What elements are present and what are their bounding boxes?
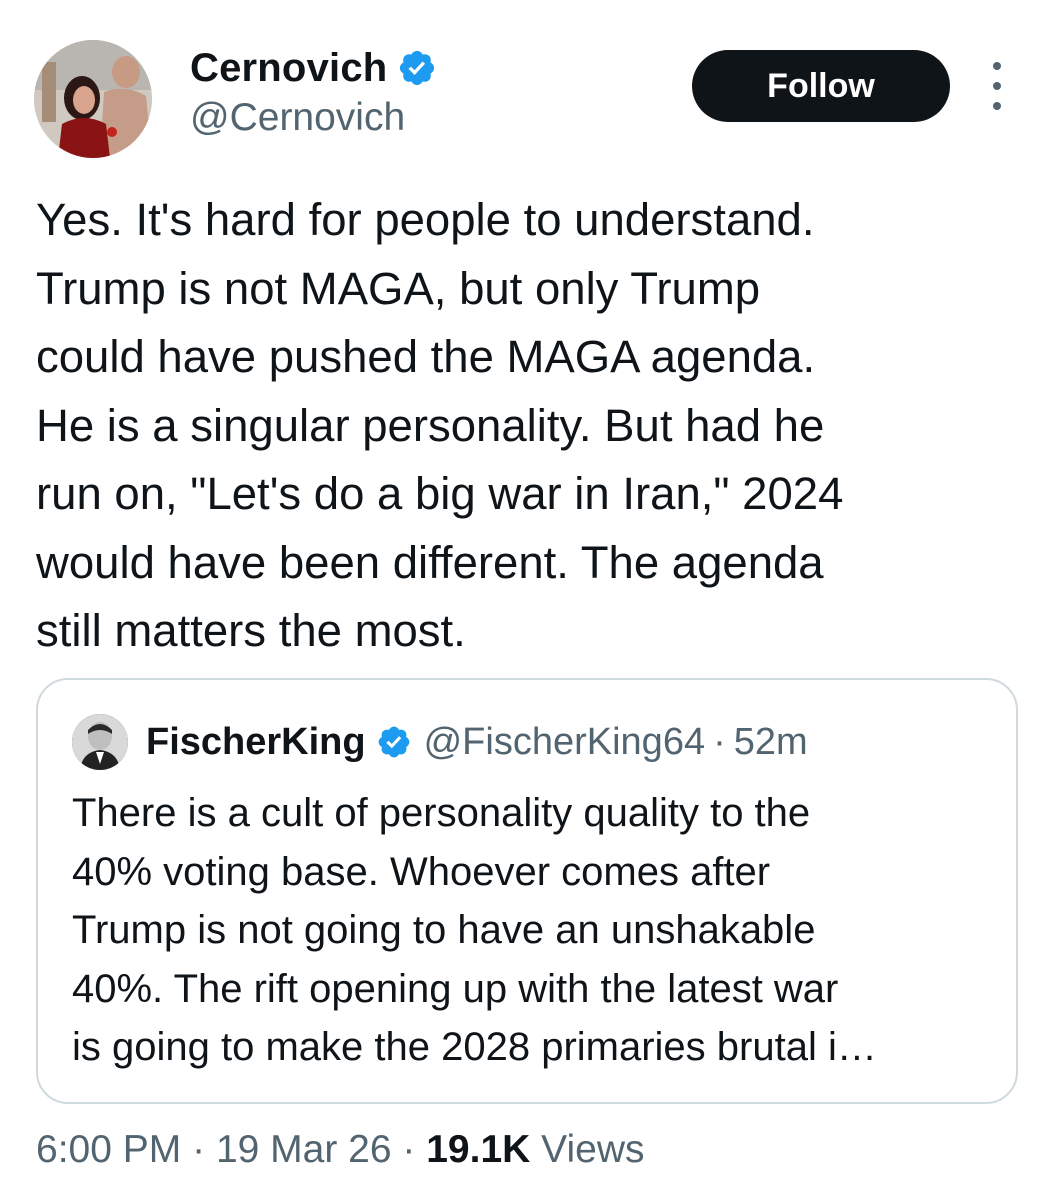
more-dot xyxy=(993,102,1001,110)
separator-dot: · xyxy=(713,720,726,763)
quoted-tweet-time[interactable]: 52m xyxy=(734,721,808,764)
views-count[interactable]: 19.1K xyxy=(426,1128,530,1171)
quoted-author-avatar-image xyxy=(72,714,128,770)
quoted-tweet-header: FischerKing @FischerKing64 · 52m xyxy=(146,710,808,774)
quoted-tweet-text: There is a cult of personality quality t… xyxy=(72,791,877,1069)
author-name-row: Cernovich xyxy=(190,40,437,96)
more-dot xyxy=(993,62,1001,70)
quoted-tweet-card[interactable]: FischerKing @FischerKing64 · 52m There i… xyxy=(36,678,1018,1104)
tweet-time[interactable]: 6:00 PM xyxy=(36,1128,181,1171)
tweet-text: Yes. It's hard for people to understand.… xyxy=(36,194,844,656)
more-dot xyxy=(993,82,1001,90)
follow-button[interactable]: Follow xyxy=(692,50,950,122)
quoted-author-handle[interactable]: @FischerKing64 xyxy=(424,721,705,764)
author-avatar-image xyxy=(34,40,152,158)
verified-badge-icon xyxy=(400,50,435,86)
quoted-author-name[interactable]: FischerKing xyxy=(146,721,366,764)
views-label: Views xyxy=(541,1128,645,1171)
tweet-date[interactable]: 19 Mar 26 xyxy=(216,1128,392,1171)
author-handle[interactable]: @Cernovich xyxy=(190,96,405,140)
author-avatar[interactable] xyxy=(34,40,152,158)
author-display-name[interactable]: Cernovich xyxy=(190,46,387,91)
tweet-meta: 6:00 PM · 19 Mar 26 · 19.1K Views xyxy=(36,1128,644,1172)
separator-dot: · xyxy=(192,1128,206,1171)
more-options-icon[interactable] xyxy=(980,62,1014,110)
separator-dot: · xyxy=(402,1128,416,1171)
verified-badge-icon xyxy=(378,726,409,758)
quoted-author-avatar[interactable] xyxy=(72,714,128,770)
